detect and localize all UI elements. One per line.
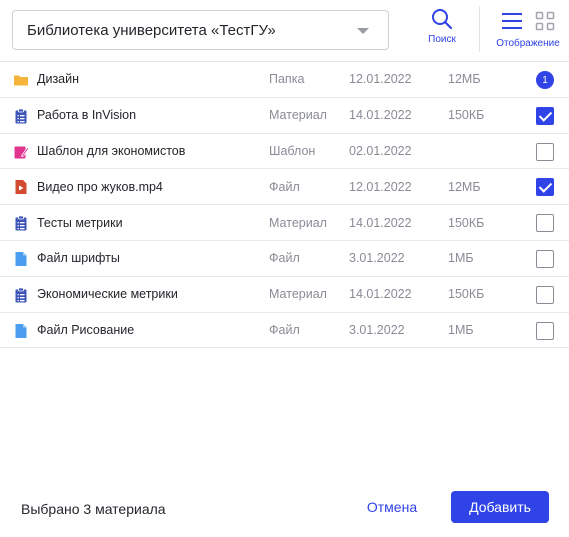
select-checkbox[interactable] bbox=[536, 178, 554, 197]
list-view-icon[interactable] bbox=[501, 11, 523, 31]
file-size: 150КБ bbox=[448, 108, 485, 123]
search-icon bbox=[432, 9, 453, 30]
folder-icon bbox=[13, 72, 29, 88]
library-select[interactable]: Библиотека университета «ТестГУ» bbox=[12, 10, 389, 50]
file-type: Материал bbox=[269, 287, 327, 302]
file-name: Файл шрифты bbox=[37, 251, 120, 266]
file-size: 12МБ bbox=[448, 179, 481, 194]
file-name: Дизайн bbox=[37, 72, 80, 87]
table-row[interactable]: Файл Рисование Файл 3.01.2022 1МБ bbox=[0, 313, 569, 349]
table-row[interactable]: Экономические метрики Материал 14.01.2022 1… bbox=[0, 277, 569, 313]
file-icon bbox=[13, 323, 29, 339]
file-type: Материал bbox=[269, 108, 327, 123]
file-name: Файл Рисование bbox=[37, 322, 135, 337]
file-size: 150КБ bbox=[448, 215, 485, 230]
table-row[interactable]: Тесты метрики Материал 14.01.2022 150КБ bbox=[0, 205, 569, 241]
clipboard-icon bbox=[13, 108, 29, 124]
clipboard-icon bbox=[13, 215, 29, 231]
select-checkbox[interactable] bbox=[536, 142, 554, 161]
table-row[interactable]: Шаблон для экономистов Шаблон 02.01.2022 bbox=[0, 134, 569, 170]
file-name: Тесты метрики bbox=[37, 215, 123, 230]
select-checkbox[interactable] bbox=[536, 321, 554, 340]
file-list: Дизайн Папка 12.01.2022 12МБ 1 Работа в InVis… bbox=[0, 62, 569, 349]
file-date: 12.01.2022 bbox=[349, 72, 412, 87]
search-button[interactable]: Поиск bbox=[422, 8, 462, 45]
chevron-down-icon bbox=[357, 28, 369, 34]
table-row[interactable]: Дизайн Папка 12.01.2022 12МБ 1 bbox=[0, 62, 569, 98]
file-size: 1МБ bbox=[448, 322, 474, 337]
file-size: 1МБ bbox=[448, 251, 474, 266]
file-type: Файл bbox=[269, 322, 300, 337]
file-date: 14.01.2022 bbox=[349, 108, 412, 123]
selection-status: Выбрано 3 материала bbox=[21, 501, 166, 517]
file-type: Файл bbox=[269, 179, 300, 194]
template-icon bbox=[13, 144, 30, 160]
video-file-icon bbox=[13, 179, 29, 195]
table-row[interactable]: Видео про жуков.mp4 Файл 12.01.2022 12МБ bbox=[0, 169, 569, 206]
file-name: Работа в InVision bbox=[37, 108, 137, 123]
select-checkbox[interactable] bbox=[536, 249, 554, 268]
file-type: Файл bbox=[269, 251, 300, 266]
file-size: 150КБ bbox=[448, 287, 485, 302]
file-name: Экономические метрики bbox=[37, 287, 178, 302]
search-label: Поиск bbox=[428, 34, 456, 45]
file-date: 02.01.2022 bbox=[349, 143, 412, 158]
add-button[interactable]: Добавить bbox=[451, 491, 549, 523]
file-date: 3.01.2022 bbox=[349, 251, 405, 266]
file-date: 12.01.2022 bbox=[349, 179, 412, 194]
file-type: Папка bbox=[269, 72, 305, 87]
file-icon bbox=[13, 251, 29, 267]
file-date: 14.01.2022 bbox=[349, 287, 412, 302]
view-label: Отображение bbox=[496, 38, 560, 49]
clipboard-icon bbox=[13, 287, 29, 303]
file-date: 3.01.2022 bbox=[349, 322, 405, 337]
header: Библиотека университета «ТестГУ» Поиск О… bbox=[0, 0, 569, 62]
select-checkbox[interactable] bbox=[536, 285, 554, 304]
file-name: Видео про жуков.mp4 bbox=[37, 179, 163, 194]
divider bbox=[479, 6, 480, 52]
select-checkbox[interactable] bbox=[536, 106, 554, 125]
select-checkbox[interactable] bbox=[536, 214, 554, 233]
file-size: 12МБ bbox=[448, 72, 481, 87]
file-date: 14.01.2022 bbox=[349, 215, 412, 230]
cancel-button[interactable]: Отмена bbox=[356, 491, 428, 523]
selected-count-badge[interactable]: 1 bbox=[536, 71, 554, 89]
library-select-label: Библиотека университета «ТестГУ» bbox=[27, 21, 276, 39]
file-name: Шаблон для экономистов bbox=[37, 143, 186, 158]
file-type: Шаблон bbox=[269, 143, 316, 158]
view-toggle[interactable]: Отображение bbox=[489, 8, 567, 49]
file-type: Материал bbox=[269, 215, 327, 230]
table-row[interactable]: Работа в InVision Материал 14.01.2022 150КБ bbox=[0, 98, 569, 134]
grid-view-icon[interactable] bbox=[535, 11, 555, 31]
table-row[interactable]: Файл шрифты Файл 3.01.2022 1МБ bbox=[0, 241, 569, 277]
